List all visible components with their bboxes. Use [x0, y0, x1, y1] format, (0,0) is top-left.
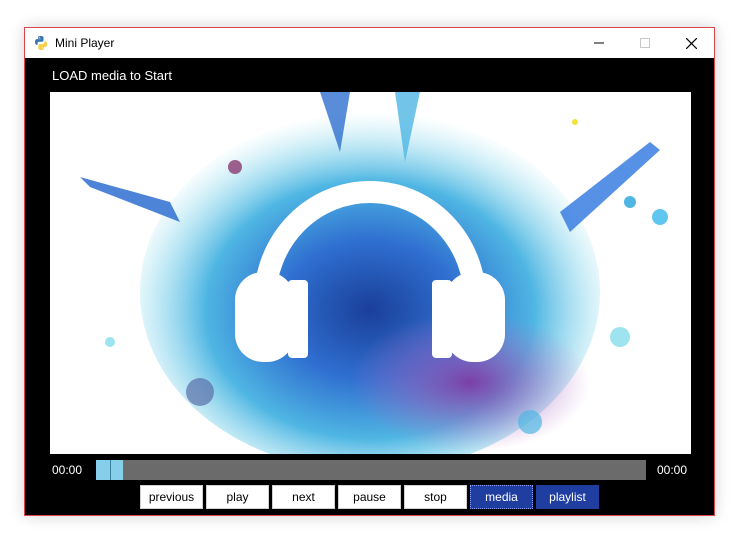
- media-button[interactable]: media: [470, 485, 533, 509]
- maximize-icon: [640, 38, 650, 48]
- seek-bar[interactable]: [96, 460, 646, 480]
- maximize-button[interactable]: [622, 28, 668, 58]
- player-content: LOAD media to Start 00:00 00:00 previous…: [25, 58, 714, 515]
- title-bar[interactable]: Mini Player: [25, 28, 714, 58]
- previous-button[interactable]: previous: [140, 485, 203, 509]
- mini-player-window: Mini Player LOAD media to Start 00:00 00…: [24, 27, 715, 516]
- elapsed-time: 00:00: [52, 463, 83, 477]
- album-artwork: [50, 92, 691, 454]
- window-title: Mini Player: [55, 36, 115, 50]
- python-icon: [35, 36, 47, 50]
- total-time: 00:00: [657, 463, 688, 477]
- close-icon: [685, 37, 697, 49]
- stop-button[interactable]: stop: [404, 485, 467, 509]
- window-controls: [576, 28, 714, 58]
- pause-button[interactable]: pause: [338, 485, 401, 509]
- playlist-button[interactable]: playlist: [536, 485, 599, 509]
- status-label: LOAD media to Start: [52, 68, 172, 83]
- minimize-icon: [594, 42, 604, 44]
- minimize-button[interactable]: [576, 28, 622, 58]
- play-button[interactable]: play: [206, 485, 269, 509]
- next-button[interactable]: next: [272, 485, 335, 509]
- headphones-splash-icon: [80, 92, 668, 454]
- seek-handle[interactable]: [110, 460, 124, 480]
- playback-controls: previous play next pause stop media play…: [140, 485, 602, 509]
- close-button[interactable]: [668, 28, 714, 58]
